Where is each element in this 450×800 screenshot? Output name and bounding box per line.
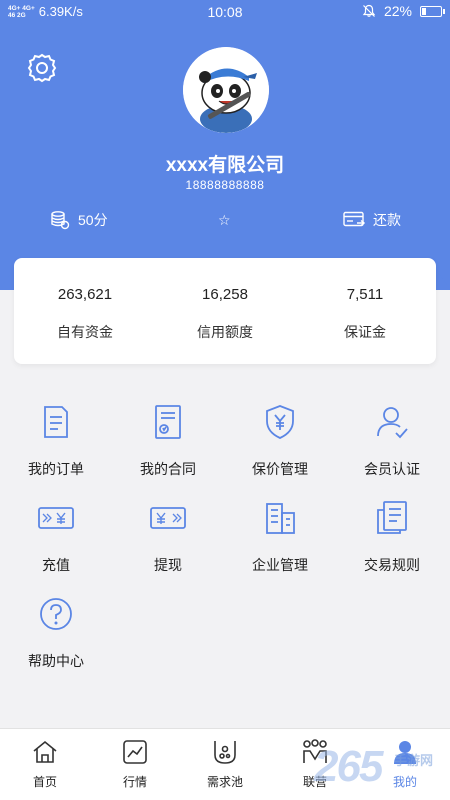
- menu-label: 帮助中心: [28, 653, 84, 669]
- avatar[interactable]: [183, 47, 269, 133]
- menu-help-center[interactable]: 帮助中心: [0, 596, 112, 676]
- repay-label: 还款: [373, 212, 401, 228]
- menu-label: 企业管理: [252, 557, 308, 573]
- company-name: xxxx有限公司: [165, 155, 285, 176]
- menu-withdraw[interactable]: 提现: [112, 500, 224, 580]
- own-funds-stat[interactable]: 263,621 自有资金: [15, 258, 155, 364]
- tab-market[interactable]: 行情: [90, 729, 180, 800]
- tab-demand-pool[interactable]: 需求池: [180, 729, 270, 800]
- phone-number: 18888888888: [185, 178, 265, 192]
- price-protect-icon: [266, 405, 294, 439]
- rules-icon: [377, 501, 407, 534]
- battery-percent: 22%: [383, 3, 412, 19]
- credit-limit-stat[interactable]: 16,258 信用额度: [155, 258, 295, 364]
- tab-home[interactable]: 首页: [0, 729, 90, 800]
- credit-limit-label: 信用额度: [197, 324, 253, 340]
- repay-card-icon: [343, 211, 365, 227]
- menu-my-orders[interactable]: 我的订单: [0, 404, 112, 484]
- own-funds-value: 263,621: [57, 286, 113, 303]
- home-icon: [33, 740, 57, 763]
- menu-label: 交易规则: [364, 557, 420, 573]
- demand-pool-icon: [214, 741, 236, 764]
- deposit-label: 保证金: [344, 324, 386, 340]
- watermark-logo: 265 手游网: [300, 742, 450, 796]
- mute-bell-icon: [362, 4, 376, 17]
- menu-label: 我的订单: [28, 461, 84, 477]
- tab-label: 需求池: [206, 775, 243, 789]
- menu-label: 充值: [42, 557, 70, 573]
- withdraw-icon: [150, 507, 186, 529]
- deposit-stat[interactable]: 7,511 保证金: [295, 258, 435, 364]
- profile-header: [0, 0, 450, 290]
- status-bar: 4G+ 4G+ 46 2G 6.39K/s 10:08 22%: [0, 0, 450, 24]
- watermark-text: 手游网: [394, 753, 434, 768]
- funds-summary-card: 263,621 自有资金 16,258 信用额度 7,511 保证金: [14, 258, 436, 364]
- tab-label: 行情: [122, 775, 147, 789]
- order-icon: [44, 406, 68, 438]
- menu-trade-rules[interactable]: 交易规则: [336, 500, 448, 580]
- contract-icon: [155, 405, 181, 439]
- favorite-star-button[interactable]: ☆: [218, 208, 231, 232]
- credit-limit-value: 16,258: [202, 286, 248, 303]
- settings-gear-icon[interactable]: [26, 52, 58, 84]
- deposit-value: 7,511: [346, 286, 384, 303]
- menu-label: 我的合同: [140, 461, 196, 477]
- menu-member-verify[interactable]: 会员认证: [336, 404, 448, 484]
- market-icon: [123, 740, 147, 764]
- battery-icon: [420, 5, 445, 17]
- watermark-number: 265: [314, 742, 383, 791]
- enterprise-icon: [266, 503, 295, 534]
- member-verify-icon: [377, 407, 408, 439]
- coins-icon: [51, 211, 70, 230]
- own-funds-label: 自有资金: [57, 324, 113, 340]
- recharge-icon: [38, 507, 74, 529]
- menu-recharge[interactable]: 充值: [0, 500, 112, 580]
- menu-enterprise[interactable]: 企业管理: [224, 500, 336, 580]
- menu-my-contracts[interactable]: 我的合同: [112, 404, 224, 484]
- menu-label: 提现: [154, 557, 182, 573]
- tab-label: 首页: [32, 775, 57, 789]
- help-icon: [40, 598, 72, 630]
- panda-avatar-icon: [183, 47, 269, 133]
- menu-label: 会员认证: [364, 461, 420, 477]
- points-button[interactable]: 50分: [50, 208, 108, 232]
- repay-button[interactable]: 还款: [343, 208, 401, 232]
- points-label: 50分: [78, 212, 108, 228]
- menu-label: 保价管理: [252, 461, 308, 477]
- star-icon: ☆: [218, 211, 231, 228]
- menu-price-protect[interactable]: 保价管理: [224, 404, 336, 484]
